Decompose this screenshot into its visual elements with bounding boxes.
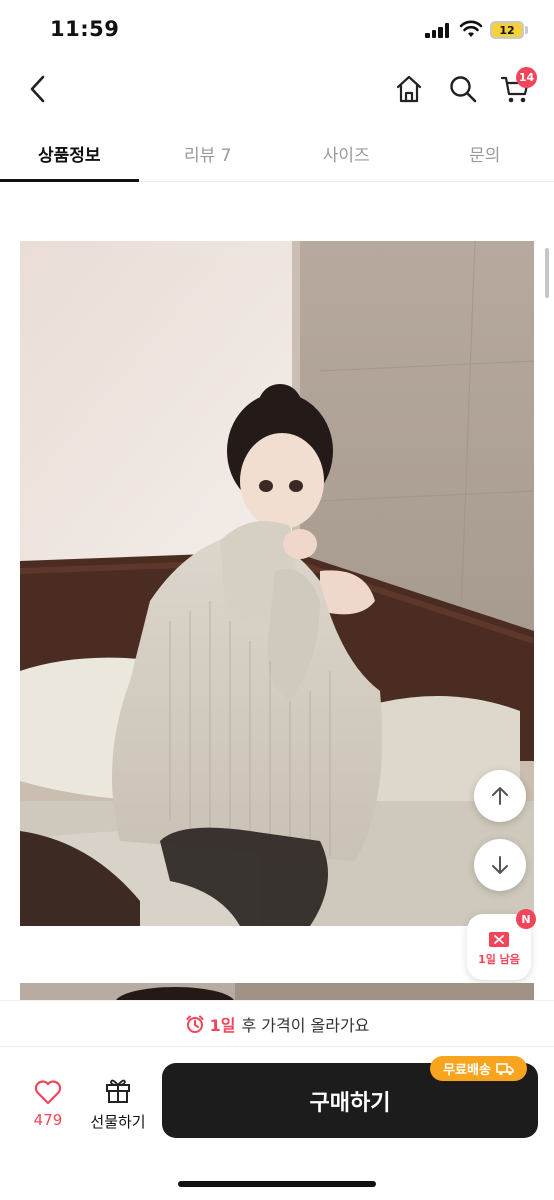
tab-size[interactable]: 사이즈 <box>277 128 416 181</box>
search-icon <box>450 76 477 103</box>
scroll-down-button[interactable] <box>474 839 526 891</box>
arrow-down-icon <box>492 856 508 874</box>
status-bar: 11:59 12 <box>0 0 554 60</box>
notice-highlight: 1일 <box>209 1015 236 1035</box>
wifi-icon <box>459 20 483 38</box>
bottom-action-bar: 479 선물하기 구매하기 무료배송 <box>0 1047 554 1200</box>
heart-icon <box>34 1080 62 1105</box>
chevron-left-icon <box>30 75 45 103</box>
tab-product-info[interactable]: 상품정보 <box>0 128 139 182</box>
battery-level: 12 <box>499 23 515 37</box>
tab-inquiry[interactable]: 문의 <box>416 128 554 181</box>
top-nav <box>0 60 554 120</box>
home-indicator <box>178 1181 376 1187</box>
free-shipping-badge: 무료배송 <box>430 1056 527 1081</box>
home-icon <box>396 75 422 103</box>
scroll-up-button[interactable] <box>474 770 526 822</box>
cellular-signal-icon <box>425 22 451 38</box>
tab-bar: 상품정보 리뷰 7 사이즈 문의 <box>0 128 554 182</box>
gift-icon <box>106 1079 130 1103</box>
notice-text: 후 가격이 올라가요 <box>241 1015 370 1035</box>
battery-cap <box>525 26 528 34</box>
gift-label: 선물하기 <box>90 1113 146 1131</box>
shipping-label: 무료배송 <box>443 1063 491 1078</box>
home-button[interactable] <box>391 71 427 107</box>
arrow-up-icon <box>492 787 508 805</box>
battery-icon: 12 <box>490 21 524 39</box>
price-notice: 1일 후 가격이 올라가요 <box>0 1000 554 1047</box>
tab-reviews[interactable]: 리뷰 7 <box>139 128 278 181</box>
new-badge: N <box>516 909 536 929</box>
alarm-clock-icon <box>186 1015 204 1033</box>
truck-icon <box>496 1062 514 1075</box>
search-button[interactable] <box>445 71 481 107</box>
coupon-label: 1일 남음 <box>478 953 520 966</box>
product-photo <box>20 241 534 926</box>
gift-button[interactable]: 선물하기 <box>86 1075 150 1139</box>
back-button[interactable] <box>20 71 56 107</box>
like-button[interactable]: 479 <box>20 1077 76 1137</box>
cart-count-badge: 14 <box>516 67 537 88</box>
status-time: 11:59 <box>50 17 120 41</box>
like-count: 479 <box>33 1111 63 1129</box>
page-scrollbar[interactable] <box>545 248 549 298</box>
